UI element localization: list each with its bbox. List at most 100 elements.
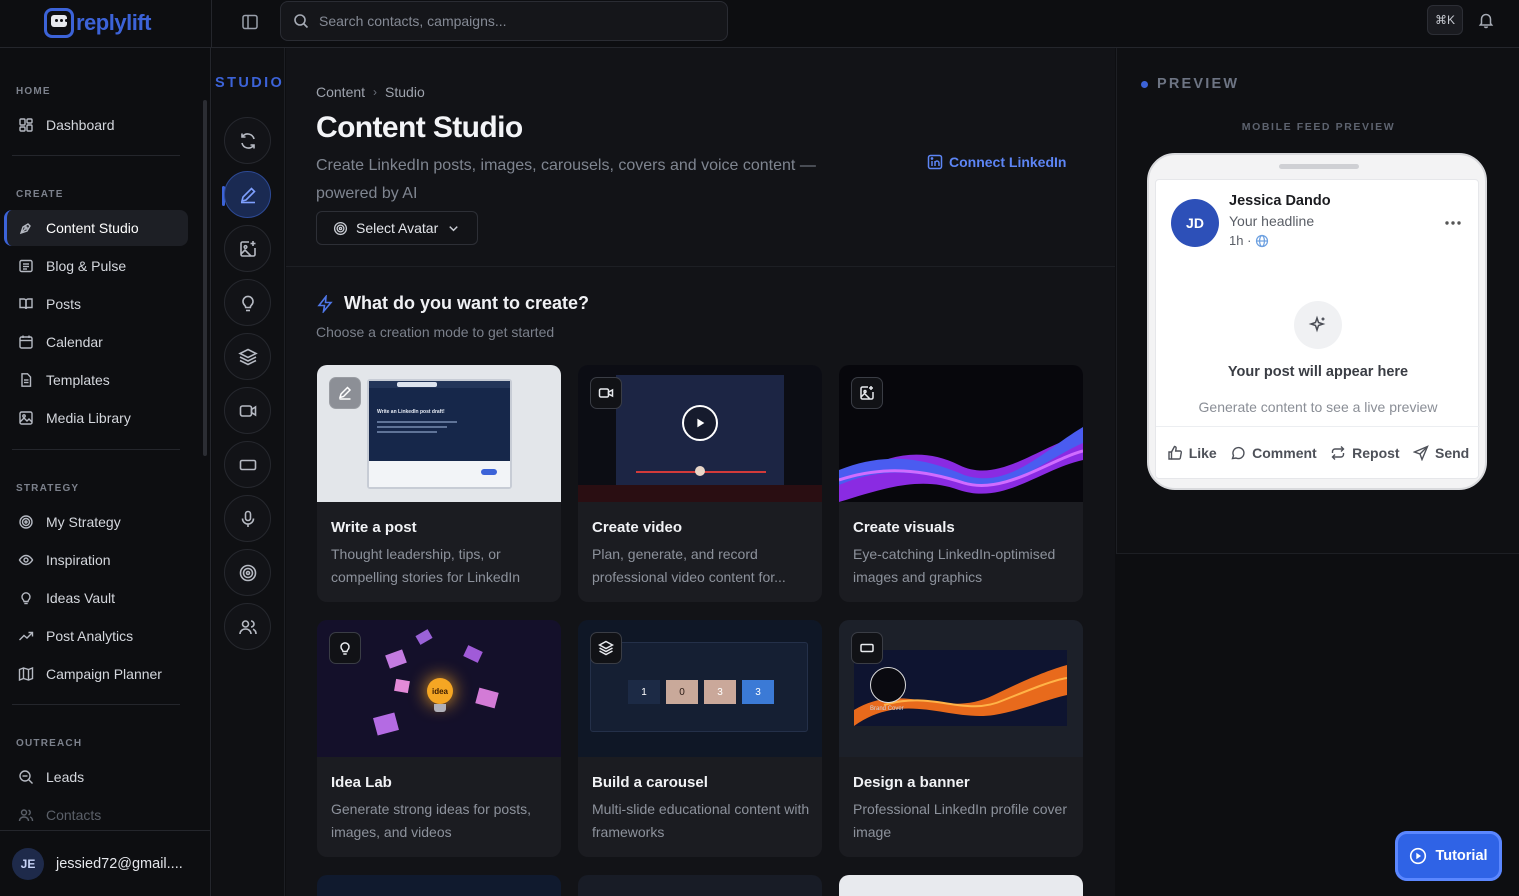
like-button[interactable]: Like: [1167, 445, 1217, 461]
rail-ideas-button[interactable]: [224, 279, 271, 326]
sidebar-item-label: Content Studio: [46, 220, 139, 236]
empty-state-title: Your post will appear here: [1227, 364, 1409, 380]
sidebar-scrollbar[interactable]: [203, 100, 207, 456]
sidebar-item-posts[interactable]: Posts: [4, 286, 188, 322]
sidebar-item-dashboard[interactable]: Dashboard: [4, 107, 188, 143]
connect-linkedin-button[interactable]: Connect LinkedIn: [927, 154, 1066, 170]
lightbulb-icon: [241, 295, 254, 311]
section-create: CREATE: [16, 189, 64, 200]
chevron-down-icon: [449, 225, 459, 231]
tutorial-button[interactable]: Tutorial: [1395, 831, 1502, 881]
microphone-icon: [241, 510, 254, 527]
thumbs-up-icon: [1168, 445, 1182, 460]
avatar: JE: [12, 847, 44, 880]
rail-write-button[interactable]: [224, 171, 271, 218]
repost-button[interactable]: Repost: [1330, 445, 1400, 461]
send-button[interactable]: Send: [1413, 445, 1469, 461]
card-icon-badge: [851, 632, 883, 664]
top-bar: replylift ⌘K: [0, 0, 1519, 48]
target-icon: [19, 515, 33, 529]
rail-audience-button[interactable]: [224, 603, 271, 650]
card-icon-badge: [851, 377, 883, 409]
zap-icon: [317, 294, 333, 313]
sidebar-item-label: Media Library: [46, 410, 131, 426]
thumb-post-heading: Write an LinkedIn post draft!: [377, 409, 445, 415]
status-dot: [1141, 80, 1148, 88]
user-email: jessied72@gmail....: [56, 855, 183, 872]
phone-frame: JD Jessica Dando Your headline 1h · Your…: [1147, 153, 1487, 490]
eye-icon: [18, 554, 34, 566]
app-name: replylift: [76, 10, 151, 35]
card-description: Eye-catching LinkedIn-optimised images a…: [853, 546, 1056, 585]
mobile-feed-label: MOBILE FEED PREVIEW: [1241, 121, 1396, 133]
sidebar-item-ideas-vault[interactable]: Ideas Vault: [4, 580, 188, 616]
sidebar-item-calendar[interactable]: Calendar: [4, 324, 188, 360]
rail-video-button[interactable]: [224, 387, 271, 434]
sidebar-toggle-icon[interactable]: [240, 12, 260, 32]
rail-visuals-button[interactable]: [224, 225, 271, 272]
card-title: Create video: [592, 519, 683, 536]
sidebar-item-content-studio[interactable]: Content Studio: [4, 210, 188, 246]
newspaper-icon: [19, 259, 33, 273]
pencil-icon: [240, 186, 256, 203]
thumb-banner-caption: Brand Cover: [870, 706, 904, 712]
rail-carousel-button[interactable]: [224, 333, 271, 380]
select-avatar-dropdown[interactable]: Select Avatar: [316, 211, 478, 245]
preview-title: PREVIEW: [1157, 76, 1240, 92]
sparkles-icon: [1294, 301, 1342, 349]
card-partial[interactable]: [839, 875, 1083, 896]
create-heading: What do you want to create?: [316, 293, 589, 314]
file-text-icon: [21, 373, 32, 387]
card-description: Thought leadership, tips, or compelling …: [331, 546, 521, 585]
user-menu[interactable]: JE jessied72@gmail....: [0, 830, 210, 896]
carousel-slide: 0: [666, 680, 698, 704]
page-title: Content Studio: [316, 111, 523, 144]
carousel-slide: 1: [628, 680, 660, 704]
search-input[interactable]: [319, 13, 699, 29]
play-icon[interactable]: [682, 405, 718, 441]
sidebar-item-inspiration[interactable]: Inspiration: [4, 542, 188, 578]
play-circle-icon: [1410, 847, 1427, 865]
search-user-icon: [19, 770, 33, 784]
card-create-video[interactable]: Create video Plan, generate, and record …: [578, 365, 822, 602]
sidebar-item-templates[interactable]: Templates: [4, 362, 188, 398]
breadcrumb-content[interactable]: Content: [316, 84, 365, 100]
layers-icon: [598, 640, 614, 656]
author-name: Jessica Dando: [1229, 193, 1331, 209]
create-subtitle: Choose a creation mode to get started: [316, 324, 555, 340]
rail-voice-button[interactable]: [224, 495, 271, 542]
card-design-banner[interactable]: Brand Cover Design a banner Professional…: [839, 620, 1083, 857]
sidebar-item-label: Campaign Planner: [46, 666, 162, 682]
sidebar-item-blog-pulse[interactable]: Blog & Pulse: [4, 248, 188, 284]
card-create-visuals[interactable]: Create visuals Eye-catching LinkedIn-opt…: [839, 365, 1083, 602]
more-options-icon[interactable]: [1443, 218, 1463, 228]
image-plus-icon: [239, 240, 256, 257]
card-title: Create visuals: [853, 519, 955, 536]
card-build-carousel[interactable]: 1 0 3 3 Build a carousel Multi-slide edu…: [578, 620, 822, 857]
command-shortcut-button[interactable]: ⌘K: [1427, 5, 1463, 35]
section-outreach: OUTREACH: [16, 738, 83, 749]
sidebar-item-campaign-planner[interactable]: Campaign Planner: [4, 656, 188, 692]
card-title: Design a banner: [853, 774, 970, 791]
card-idea-lab[interactable]: idea Idea Lab Generate strong ideas for …: [317, 620, 561, 857]
search-bar[interactable]: [280, 1, 728, 41]
sidebar-item-label: Leads: [46, 769, 85, 785]
sidebar-item-post-analytics[interactable]: Post Analytics: [4, 618, 188, 654]
create-title: What do you want to create?: [344, 293, 590, 313]
rail-banner-button[interactable]: [224, 441, 271, 488]
card-partial[interactable]: [317, 875, 561, 896]
sidebar-item-leads[interactable]: Leads: [4, 759, 188, 795]
card-write-post[interactable]: Write an LinkedIn post draft! Write a po…: [317, 365, 561, 602]
card-icon-badge: [590, 632, 622, 664]
breadcrumb: Content › Studio: [316, 84, 425, 100]
rail-strategy-button[interactable]: [224, 549, 271, 596]
avatar: JD: [1171, 199, 1219, 247]
comment-button[interactable]: Comment: [1230, 445, 1317, 461]
bell-icon[interactable]: [1477, 11, 1495, 29]
card-partial[interactable]: [578, 875, 822, 896]
sidebar-item-contacts[interactable]: Contacts: [4, 797, 188, 833]
sidebar-item-my-strategy[interactable]: My Strategy: [4, 504, 188, 540]
sidebar-item-media-library[interactable]: Media Library: [4, 400, 188, 436]
rail-repurpose-button[interactable]: [224, 117, 271, 164]
app-logo[interactable]: replylift: [44, 8, 151, 38]
